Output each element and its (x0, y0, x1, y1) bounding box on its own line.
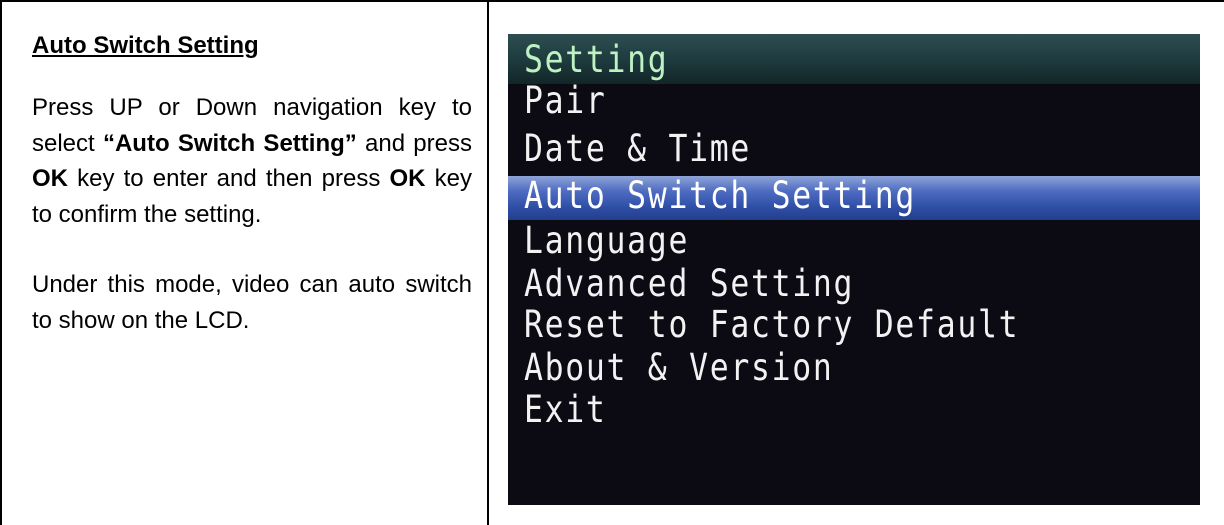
menu-item-reset-factory-default[interactable]: Reset to Factory Default (524, 304, 1019, 345)
table-left-border (0, 0, 2, 525)
instruction-paragraph: Press UP or Down navigation key to selec… (32, 90, 472, 232)
instruction-cell: Auto Switch Setting Press UP or Down nav… (32, 26, 472, 338)
quoted-menu-name: “Auto Switch Setting” (102, 129, 357, 157)
mode-description-paragraph: Under this mode, video can auto switch t… (32, 271, 472, 334)
menu-title: Setting (524, 38, 669, 81)
menu-item-language[interactable]: Language (524, 220, 689, 261)
table-top-border (0, 0, 1224, 2)
menu-item-auto-switch-setting[interactable]: Auto Switch Setting (524, 175, 916, 216)
menu-item-about-version[interactable]: About & Version (524, 347, 834, 388)
ok-key-label: OK (389, 165, 426, 192)
table-column-divider (487, 0, 489, 525)
menu-item-date-time[interactable]: Date & Time (524, 128, 751, 169)
monitor-menu-screenshot: Setting Pair Date & Time Auto Switch Set… (508, 34, 1200, 505)
section-heading: Auto Switch Setting (32, 32, 259, 59)
menu-item-exit[interactable]: Exit (524, 389, 607, 430)
ok-key-label: OK (32, 165, 68, 192)
instruction-text: key to enter and then press (68, 165, 390, 192)
menu-item-pair[interactable]: Pair (524, 80, 607, 121)
instruction-text: and press (356, 129, 472, 157)
menu-item-advanced-setting[interactable]: Advanced Setting (524, 263, 854, 304)
